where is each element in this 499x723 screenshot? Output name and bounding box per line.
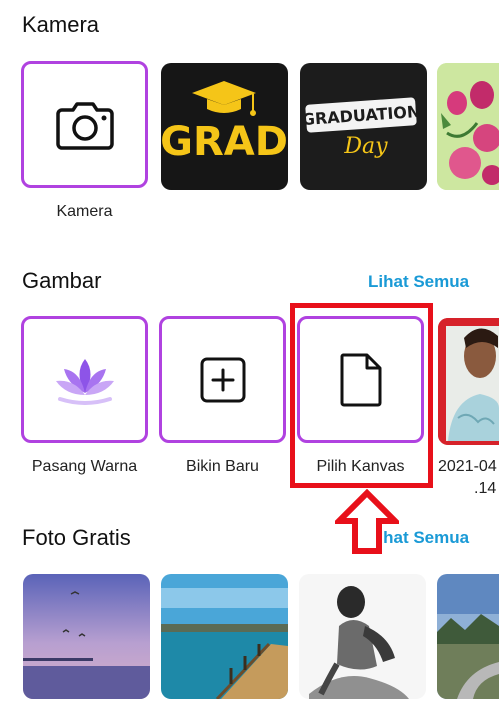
lotus-icon — [54, 355, 116, 405]
see-all-gambar-link[interactable]: Lihat Semua — [368, 272, 469, 292]
free-photo-road[interactable] — [437, 574, 499, 699]
grad-text: GRAD — [161, 119, 288, 165]
free-photo-boardwalk[interactable] — [161, 574, 288, 699]
section-title-kamera: Kamera — [22, 12, 100, 37]
plus-square-icon — [199, 356, 247, 404]
flowers-image — [437, 63, 499, 190]
section-title-foto-gratis: Foto Gratis — [22, 525, 131, 550]
pasang-warna-tile[interactable] — [21, 316, 148, 443]
grad-cap-icon: GRAD — [161, 81, 288, 165]
boardwalk-image — [161, 574, 288, 699]
portrait-image — [299, 574, 426, 699]
recent-photo-image — [438, 318, 499, 441]
recent-image-label-line2: .14 — [474, 480, 497, 497]
camera-tile-label: Kamera — [56, 203, 113, 220]
sunset-pier-image — [23, 574, 150, 699]
free-photo-sunset-pier[interactable] — [23, 574, 150, 699]
template-flowers-tile[interactable] — [437, 63, 499, 190]
pasang-warna-label: Pasang Warna — [31, 458, 138, 475]
recent-image-tile[interactable] — [438, 318, 499, 445]
road-image — [437, 574, 499, 699]
template-graduation-day-tile[interactable]: GRADUATION Day — [300, 63, 427, 190]
highlight-box — [290, 303, 433, 488]
camera-icon — [55, 100, 114, 150]
bikin-baru-tile[interactable] — [159, 316, 286, 443]
day-text: Day — [343, 134, 388, 159]
template-grad-tile[interactable]: GRAD — [161, 63, 288, 190]
bikin-baru-label: Bikin Baru — [186, 458, 259, 475]
free-photo-portrait[interactable] — [299, 574, 426, 699]
up-arrow-icon — [331, 488, 403, 560]
recent-image-label-line1: 2021-04 — [438, 458, 497, 475]
section-title-gambar: Gambar — [22, 268, 102, 293]
camera-tile[interactable] — [21, 61, 148, 188]
